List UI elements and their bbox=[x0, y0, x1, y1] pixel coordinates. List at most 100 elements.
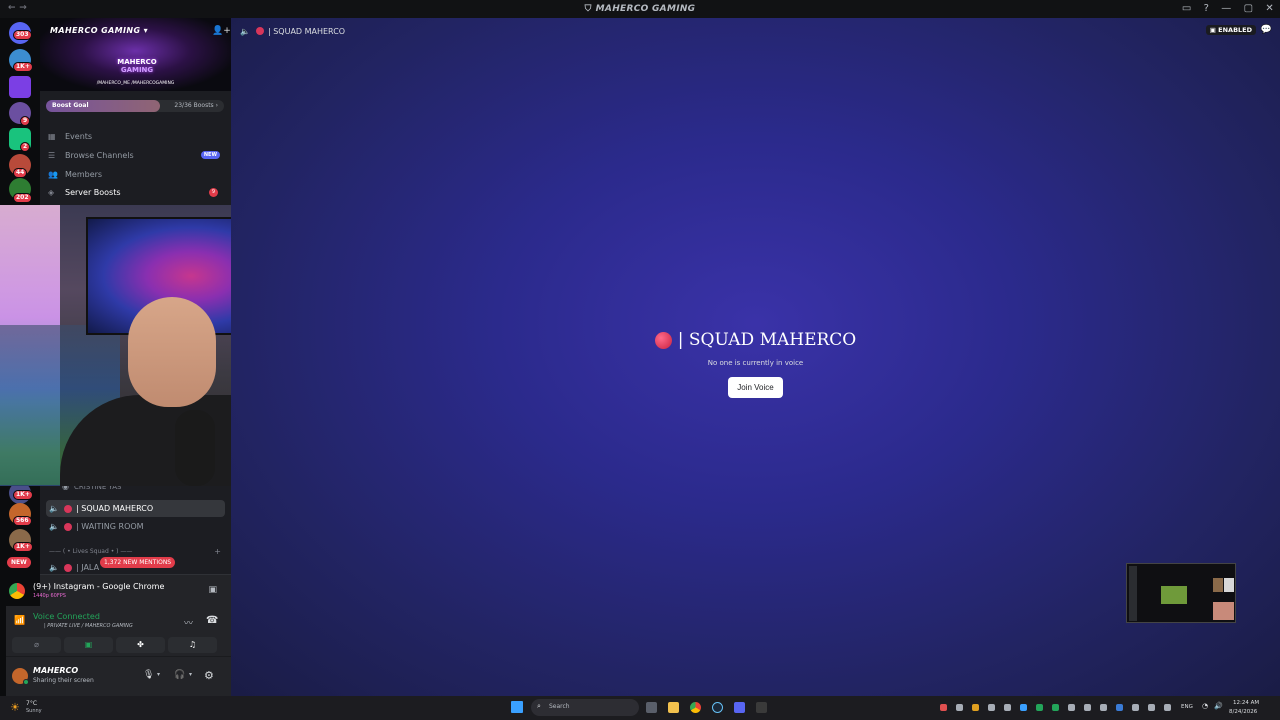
red-dot-icon bbox=[654, 331, 672, 349]
tray-icon[interactable] bbox=[1020, 704, 1027, 711]
tray-icon[interactable] bbox=[1004, 704, 1011, 711]
clock-time[interactable]: 12:24 AM bbox=[1233, 700, 1259, 706]
preview-thumb bbox=[1213, 578, 1223, 592]
channel-waiting-room[interactable]: 🔈 | WAITING ROOM bbox=[46, 518, 225, 535]
chevron-down-icon[interactable]: ▾ bbox=[157, 671, 160, 678]
boost-count: 23/36 Boosts › bbox=[174, 102, 218, 109]
tray-icon[interactable] bbox=[1036, 704, 1043, 711]
notification-badge: 44 bbox=[13, 168, 28, 178]
tray-icon[interactable] bbox=[1132, 704, 1139, 711]
signal-icon[interactable]: 📶 bbox=[14, 616, 25, 626]
server-logo: MAHERCO GAMING bbox=[117, 58, 157, 74]
tray-icon[interactable] bbox=[1116, 704, 1123, 711]
voice-channel[interactable]: | PRIVATE LIVE / MAHERCO GAMING bbox=[44, 623, 133, 629]
social-handles: /MAHERCO_ME /MAHERCOGAMING bbox=[96, 81, 175, 86]
tray-icon[interactable] bbox=[1068, 704, 1075, 711]
boosts-count-badge: 9 bbox=[209, 188, 218, 197]
tray-icon[interactable] bbox=[1084, 704, 1091, 711]
new-mentions-pill[interactable]: 1,372 NEW MENTIONS bbox=[100, 557, 176, 568]
soundboard-button[interactable]: ♫ bbox=[168, 637, 217, 653]
settings-gear-icon[interactable]: ⚙ bbox=[204, 669, 214, 682]
minimize-button[interactable]: — bbox=[1221, 3, 1231, 14]
speaker-icon: 🔈 bbox=[49, 563, 59, 572]
discord-taskbar-icon[interactable] bbox=[734, 702, 745, 713]
stream-preview-thumbnail[interactable] bbox=[1126, 563, 1236, 623]
join-voice-button[interactable]: Join Voice bbox=[728, 376, 783, 398]
screen-share-button[interactable]: ▣ bbox=[64, 637, 113, 653]
preview-sidebar bbox=[1129, 566, 1137, 621]
invite-people-icon[interactable]: 👤+ bbox=[212, 26, 231, 36]
window-title: MAHERCO GAMING bbox=[595, 4, 696, 14]
language-indicator[interactable]: ENG bbox=[1181, 704, 1193, 710]
chat-bubble-icon[interactable]: 💬 bbox=[1261, 25, 1272, 35]
chevron-down-icon[interactable]: ▾ bbox=[189, 671, 192, 678]
activities-button[interactable]: ✤ bbox=[116, 637, 165, 653]
chrome-taskbar-icon[interactable] bbox=[690, 702, 701, 713]
nav-arrows[interactable]: ← → bbox=[8, 3, 27, 13]
tray-icon[interactable] bbox=[1052, 704, 1059, 711]
notification-badge: 566 bbox=[13, 516, 32, 526]
tray-icon[interactable] bbox=[940, 704, 947, 711]
voice-status[interactable]: Voice Connected bbox=[33, 612, 100, 621]
windows-start-icon[interactable] bbox=[511, 701, 523, 713]
taskbar-search[interactable]: ⌕ Search bbox=[531, 699, 639, 716]
person-head bbox=[128, 297, 216, 407]
server-name[interactable]: MAHERCO GAMING ▾ bbox=[50, 26, 148, 35]
channel-squad-maherco[interactable]: 🔈 | SQUAD MAHERCO bbox=[46, 500, 225, 517]
boost-goal-bar[interactable]: Boost Goal 23/36 Boosts › bbox=[46, 100, 224, 112]
tray-icon[interactable] bbox=[956, 704, 963, 711]
server-banner[interactable]: MAHERCO GAMING ▾ MAHERCO GAMING /MAHERCO… bbox=[40, 18, 231, 91]
tray-icon[interactable] bbox=[1100, 704, 1107, 711]
tray-icon[interactable] bbox=[1164, 704, 1171, 711]
notification-badge: 1K+ bbox=[13, 490, 33, 500]
close-button[interactable]: ✕ bbox=[1265, 3, 1274, 14]
obs-icon[interactable] bbox=[756, 702, 767, 713]
notification-badge: 202 bbox=[13, 193, 32, 203]
new-unreads-pill[interactable]: NEW bbox=[7, 557, 31, 568]
wifi-icon[interactable]: ◔ bbox=[1202, 702, 1208, 710]
tray-icon[interactable] bbox=[988, 704, 995, 711]
speaker-icon: 🔈 bbox=[49, 504, 59, 513]
tray-icon[interactable] bbox=[972, 704, 979, 711]
speaker-icon: 🔈 bbox=[49, 522, 59, 531]
headphones-icon[interactable]: 🎧 bbox=[174, 670, 185, 680]
inbox-icon[interactable]: ▭ bbox=[1182, 3, 1192, 14]
task-view-icon[interactable] bbox=[646, 702, 657, 713]
browse-channels-item[interactable]: ☰ Browse Channels NEW bbox=[48, 147, 224, 163]
preview-map bbox=[1161, 586, 1187, 604]
microphone-icon[interactable]: 🎙 bbox=[143, 670, 154, 680]
red-dot-icon bbox=[64, 522, 72, 531]
chrome-icon bbox=[9, 583, 25, 599]
file-explorer-icon[interactable] bbox=[668, 702, 679, 713]
center-channel-title: | SQUAD MAHERCO bbox=[654, 330, 856, 350]
tray-icon[interactable] bbox=[1148, 704, 1155, 711]
red-dot-icon bbox=[64, 563, 72, 572]
enabled-badge[interactable]: ▣ ENABLED bbox=[1205, 25, 1256, 35]
new-badge: NEW bbox=[200, 151, 220, 159]
disconnect-icon[interactable]: ☎ bbox=[206, 615, 218, 626]
weather-temp[interactable]: 7°C bbox=[26, 700, 37, 707]
server-icon[interactable] bbox=[9, 76, 31, 98]
username[interactable]: MAHERCO bbox=[33, 666, 78, 675]
server-boosts-item[interactable]: ◈ Server Boosts 9 bbox=[48, 184, 224, 200]
help-icon[interactable]: ? bbox=[1204, 3, 1210, 14]
stop-stream-icon[interactable]: ▣ bbox=[208, 585, 217, 595]
clock-date[interactable]: 8/24/2026 bbox=[1229, 709, 1257, 715]
user-panel: MAHERCO Sharing their screen 🎙 ▾ 🎧 ▾ ⚙ bbox=[6, 656, 231, 696]
steam-icon[interactable] bbox=[712, 702, 723, 713]
events-item[interactable]: ▦ Events bbox=[48, 128, 224, 144]
noise-suppression-icon[interactable]: 〰 bbox=[184, 616, 193, 629]
empty-voice-state: | SQUAD MAHERCO No one is currently in v… bbox=[231, 330, 1280, 398]
camera-button[interactable]: ⌀ bbox=[12, 637, 61, 653]
notification-badge: 1K+ bbox=[13, 62, 33, 72]
notification-badge: 1K+ bbox=[13, 542, 33, 552]
voice-connection-panel: 📶 Voice Connected | PRIVATE LIVE / MAHER… bbox=[6, 606, 231, 656]
volume-icon[interactable]: 🔊 bbox=[1214, 702, 1223, 710]
red-dot-icon bbox=[64, 504, 72, 513]
members-item[interactable]: 👥 Members bbox=[48, 166, 224, 182]
boost-goal-label: Boost Goal bbox=[52, 102, 89, 109]
speaker-icon: 🔈 bbox=[240, 26, 250, 36]
maximize-button[interactable]: ▢ bbox=[1244, 3, 1254, 14]
add-channel-icon[interactable]: + bbox=[214, 547, 221, 556]
search-icon: ⌕ bbox=[537, 702, 541, 710]
